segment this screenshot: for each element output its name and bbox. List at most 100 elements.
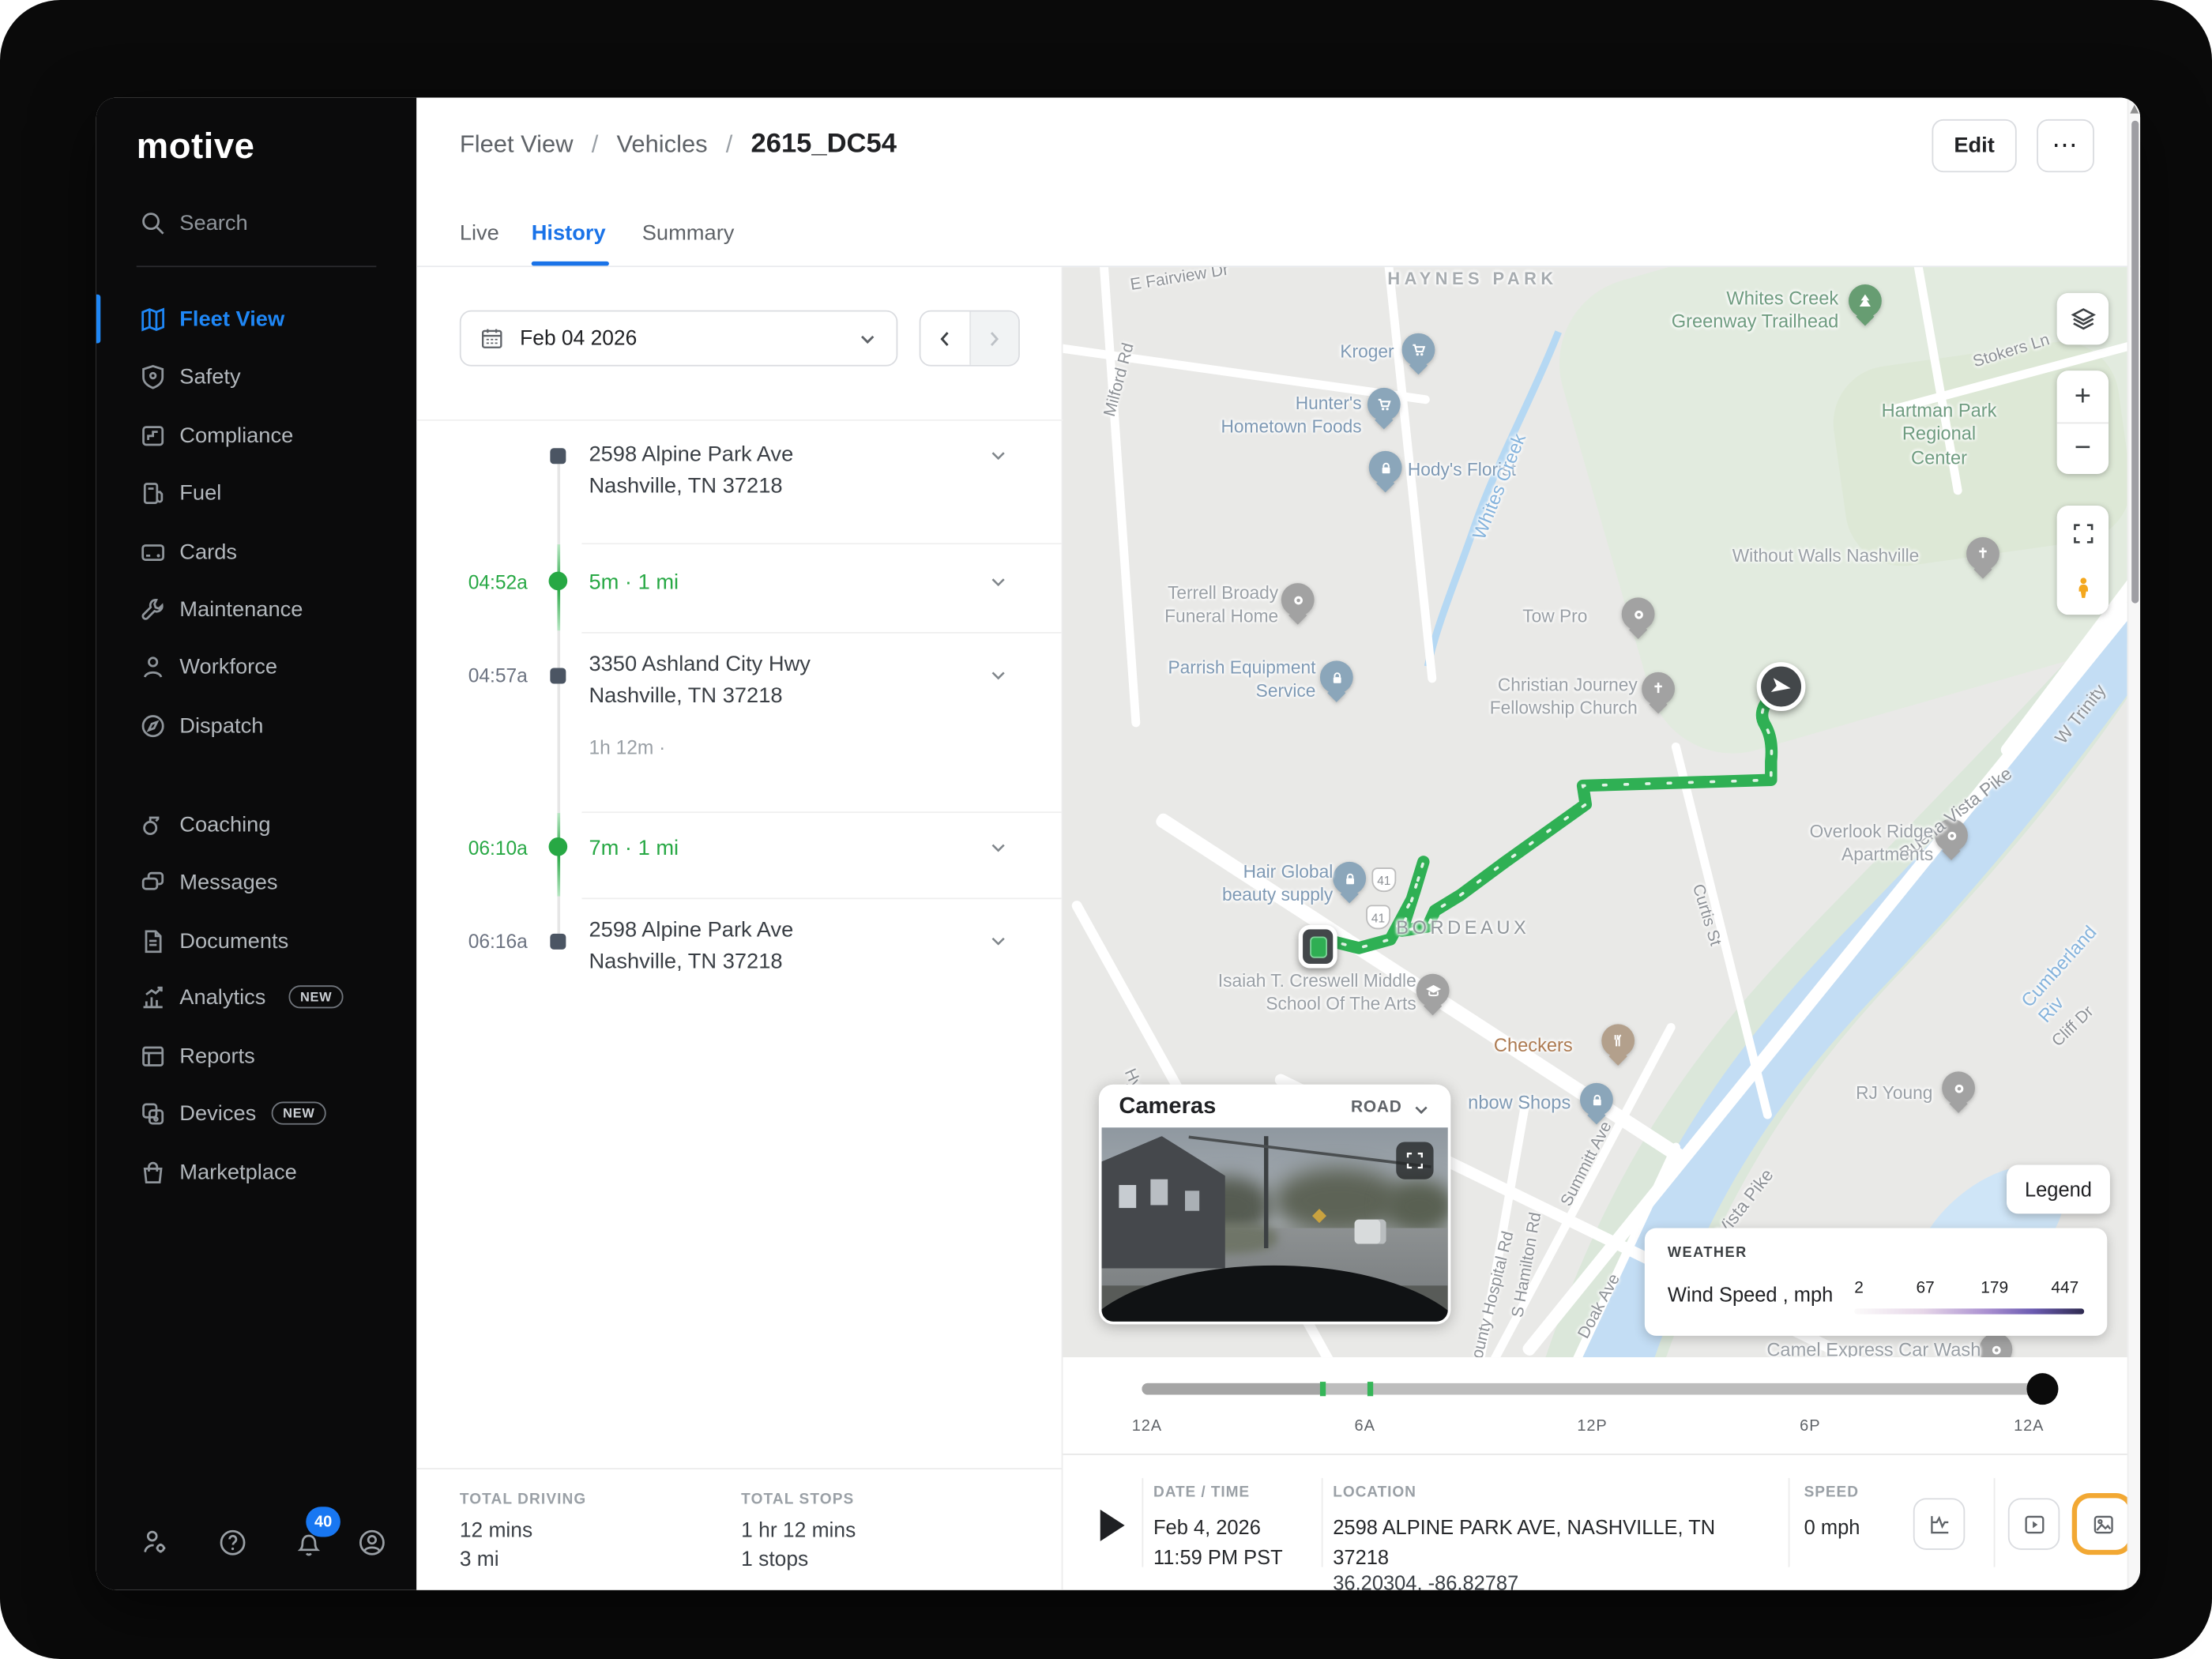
date-picker[interactable]: Feb 04 2026 xyxy=(460,310,898,367)
chevron-down-icon[interactable] xyxy=(988,572,1008,592)
next-day-button[interactable] xyxy=(969,312,1018,365)
chevron-down-icon[interactable] xyxy=(988,665,1008,685)
map-label-rainbow-shops: nbow Shops xyxy=(1468,1092,1571,1115)
camera-fullscreen-icon[interactable] xyxy=(1396,1142,1433,1179)
scrollbar-up-arrow[interactable] xyxy=(2130,105,2139,114)
sidebar-search[interactable]: Search xyxy=(96,197,416,248)
poi-pin-camel-car-wash[interactable] xyxy=(1979,1333,2012,1357)
poi-pin-hodys[interactable] xyxy=(1369,451,1402,495)
poi-pin-hair-global[interactable] xyxy=(1333,862,1366,905)
scrubber-handle[interactable] xyxy=(2026,1373,2058,1405)
sidebar-item-fleet-view[interactable]: Fleet View xyxy=(96,293,416,344)
poi-pin-hunters[interactable] xyxy=(1367,388,1401,431)
dashcam-still[interactable] xyxy=(1102,1127,1448,1321)
poi-pin-without-walls[interactable] xyxy=(1966,537,1999,581)
sidebar-item-safety[interactable]: Safety xyxy=(96,351,416,402)
fullscreen-button[interactable] xyxy=(2057,506,2109,560)
window-scrollbar[interactable] xyxy=(2127,98,2140,1590)
sidebar-item-documents[interactable]: Documents xyxy=(96,915,416,966)
more-actions-button[interactable]: ⋯ xyxy=(2037,119,2094,172)
sidebar-item-dispatch[interactable]: Dispatch xyxy=(96,699,416,750)
poi-pin-kroger[interactable] xyxy=(1402,333,1435,377)
user-settings-icon[interactable] xyxy=(139,1527,171,1559)
sidebar-search-label: Search xyxy=(179,210,247,235)
sidebar-item-analytics[interactable]: Analytics NEW xyxy=(96,971,416,1022)
divider xyxy=(1789,1478,1790,1567)
legend-button[interactable]: Legend xyxy=(2007,1165,2110,1214)
trip-start-glyph xyxy=(1309,936,1326,957)
sidebar-item-compliance[interactable]: Compliance xyxy=(96,409,416,461)
poi-pin-tow-pro[interactable] xyxy=(1622,597,1655,641)
divider xyxy=(416,419,1063,421)
account-icon[interactable] xyxy=(356,1527,388,1559)
report-icon xyxy=(139,1042,167,1070)
weather-gradient-scale xyxy=(1854,1308,2084,1314)
vehicle-marker[interactable] xyxy=(1757,662,1806,711)
poi-pin-christian-journey[interactable] xyxy=(1642,672,1675,716)
street-view-pegman[interactable] xyxy=(2057,560,2109,615)
trip-start-marker[interactable] xyxy=(1299,925,1337,969)
poi-pin-terrell[interactable] xyxy=(1281,583,1315,626)
poi-pin-trailhead[interactable] xyxy=(1849,284,1882,328)
zoom-control: + − xyxy=(2057,371,2109,474)
total-driving-time: 12 mins xyxy=(460,1520,532,1543)
tab-summary[interactable]: Summary xyxy=(642,221,735,246)
poi-pin-rj-young[interactable] xyxy=(1942,1071,1975,1115)
totals-divider xyxy=(416,1468,1063,1469)
edit-button[interactable]: Edit xyxy=(1932,119,2016,172)
chevron-down-icon[interactable] xyxy=(988,931,1008,950)
stop-marker xyxy=(550,668,566,683)
location-line2: 37218 xyxy=(1333,1545,1389,1568)
zoom-in-button[interactable]: + xyxy=(2057,371,2109,422)
video-button[interactable] xyxy=(2008,1498,2060,1549)
sidebar-item-messages[interactable]: Messages xyxy=(96,856,416,908)
dispatch-compass-icon xyxy=(139,712,167,739)
tab-live[interactable]: Live xyxy=(460,221,499,246)
poi-pin-parrish[interactable] xyxy=(1320,660,1353,704)
chevron-down-icon xyxy=(857,328,877,348)
weather-panel: WEATHER Wind Speed , mph 2 67 179 447 xyxy=(1645,1228,2107,1336)
shield-icon xyxy=(139,363,167,390)
map-label-isaiah: Isaiah T. Creswell Middle School Of The … xyxy=(1175,971,1416,1016)
analytics-chart-icon xyxy=(139,984,167,1011)
chevron-down-icon[interactable] xyxy=(988,446,1008,465)
weather-tick-3: 179 xyxy=(1981,1280,2008,1297)
sidebar-item-fuel[interactable]: Fuel xyxy=(96,467,416,518)
chevron-down-icon[interactable] xyxy=(988,837,1008,857)
time-tick-label: 6P xyxy=(1800,1418,1820,1435)
zoom-out-button[interactable]: − xyxy=(2057,423,2109,474)
poi-pin-isaiah-school[interactable] xyxy=(1416,974,1450,1018)
location-line1: 2598 ALPINE PARK AVE, NASHVILLE, TN xyxy=(1333,1515,1715,1538)
prev-day-button[interactable] xyxy=(920,312,969,365)
vehicle-heading-arrow xyxy=(1766,672,1796,702)
house-window xyxy=(1150,1179,1168,1206)
whistle-icon xyxy=(139,811,167,838)
breadcrumb-vehicles[interactable]: Vehicles xyxy=(616,130,707,158)
image-button-selected[interactable] xyxy=(2077,1498,2128,1549)
play-button[interactable] xyxy=(1100,1510,1125,1541)
datetime-date: Feb 4, 2026 xyxy=(1153,1515,1261,1538)
weather-title: WEATHER xyxy=(1668,1245,1747,1261)
stop-address: 3350 Ashland City HwyNashville, TN 37218 xyxy=(589,649,810,713)
speed-graph-button[interactable] xyxy=(1913,1498,1965,1549)
sidebar-item-label: Dispatch xyxy=(179,713,263,738)
sidebar-item-devices[interactable]: Devices NEW xyxy=(96,1087,416,1138)
map-canvas[interactable]: 41 41 xyxy=(1063,267,2127,1357)
poi-pin-rainbow-shops[interactable] xyxy=(1580,1083,1613,1127)
sidebar-item-maintenance[interactable]: Maintenance xyxy=(96,583,416,634)
sidebar-item-workforce[interactable]: Workforce xyxy=(96,641,416,692)
help-icon[interactable] xyxy=(217,1527,249,1559)
poi-pin-checkers[interactable] xyxy=(1601,1024,1635,1067)
layers-button[interactable] xyxy=(2057,293,2109,344)
stop-duration: 1h 12m · xyxy=(589,737,665,758)
sidebar-item-cards[interactable]: Cards xyxy=(96,525,416,577)
camera-mode-select[interactable]: ROAD xyxy=(1351,1099,1401,1116)
tab-history[interactable]: History xyxy=(532,221,606,246)
scrollbar-thumb[interactable] xyxy=(2131,121,2138,604)
total-driving-distance: 3 mi xyxy=(460,1548,499,1571)
sidebar-item-reports[interactable]: Reports xyxy=(96,1030,416,1082)
utility-pole xyxy=(1264,1136,1268,1248)
sidebar-item-coaching[interactable]: Coaching xyxy=(96,799,416,850)
sidebar-item-marketplace[interactable]: Marketplace xyxy=(96,1146,416,1198)
breadcrumb-fleet-view[interactable]: Fleet View xyxy=(460,130,574,158)
